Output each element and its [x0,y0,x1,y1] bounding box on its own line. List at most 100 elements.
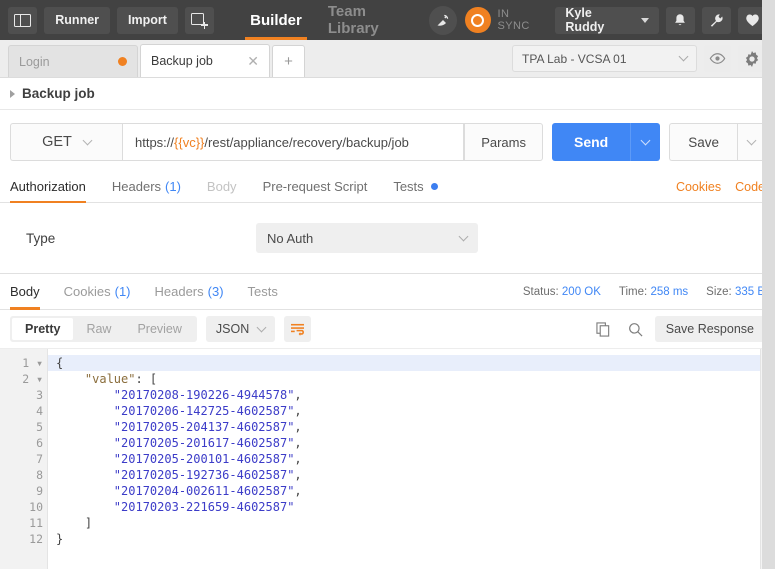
view-mode-pretty[interactable]: Pretty [12,318,73,340]
request-tab-label: Login [19,55,110,69]
new-window-button[interactable] [185,7,214,34]
sync-status[interactable]: IN SYNC [465,7,543,33]
view-mode-raw[interactable]: Raw [73,318,124,340]
breadcrumb[interactable]: Backup job [0,78,775,110]
request-tab-login[interactable]: Login [8,45,138,77]
sidebar-toggle-icon [14,14,31,27]
tab-count: (3) [208,284,224,299]
save-button[interactable]: Save [669,123,737,161]
send-options-button[interactable] [630,123,660,161]
method-value: GET [42,134,72,150]
view-mode-preview[interactable]: Preview [124,318,194,340]
tab-body[interactable]: Body [207,172,237,202]
word-wrap-button[interactable] [284,316,311,342]
close-icon[interactable]: ✕ [247,54,259,68]
response-tab-cookies[interactable]: Cookies (1) [64,274,131,310]
request-tab-backup-job[interactable]: Backup job ✕ [140,44,270,77]
code-line: "20170206-142725-4602587", [48,403,760,419]
code-link[interactable]: Code [735,180,765,194]
line-number: 8 [0,467,47,483]
sidebar-toggle-button[interactable] [8,7,37,34]
tab-authorization[interactable]: Authorization [10,172,86,202]
time-group: Time: 258 ms [619,286,688,298]
environment-area: TPA Lab - VCSA 01 [512,45,765,72]
tab-label: Tests [248,284,278,299]
tab-headers[interactable]: Headers (1) [112,172,181,202]
line-number: 10 [0,499,47,515]
chevron-down-icon [641,18,649,23]
auth-type-label: Type [26,231,256,246]
tab-label: Headers [155,284,204,299]
top-toolbar: Runner Import Builder Team Library IN SY… [0,0,775,40]
response-tab-body[interactable]: Body [10,274,40,310]
url-variable: {{vc}} [174,135,204,150]
response-toolbar: Pretty Raw Preview JSON [0,310,775,348]
time-value: 258 ms [650,286,688,298]
method-select[interactable]: GET [10,123,122,161]
search-icon [628,322,643,337]
cookies-link[interactable]: Cookies [676,180,721,194]
response-body-viewer: 1 ▾2 ▾3456789101112 { "value": [ "201702… [0,348,775,569]
tab-label: Body [10,284,40,299]
save-options-button[interactable] [737,123,765,161]
size-group: Size: 335 B [706,286,765,298]
request-tab-label: Backup job [151,54,239,68]
tab-tests[interactable]: Tests [393,172,437,202]
user-menu-button[interactable]: Kyle Ruddy [555,7,658,34]
line-number: 12 [0,531,47,547]
environment-settings-button[interactable] [738,45,765,72]
user-name-label: Kyle Ruddy [565,6,631,34]
code-line: } [48,531,760,547]
tab-builder[interactable]: Builder [237,0,315,40]
main-tab-group: Builder Team Library [237,0,429,40]
copy-button[interactable] [591,316,617,342]
tab-label: Pre-request Script [263,179,368,194]
response-format-select[interactable]: JSON [206,316,275,342]
size-label: Size: [706,286,732,298]
postman-window: Runner Import Builder Team Library IN SY… [0,0,775,569]
request-tabs-links: Cookies Code [662,172,765,202]
save-response-button[interactable]: Save Response [655,316,765,342]
line-number: 4 [0,403,47,419]
tab-label: Headers [112,179,161,194]
code-line: "20170208-190226-4944578", [48,387,760,403]
size-value: 335 B [735,286,765,298]
code-scroll: 1 ▾2 ▾3456789101112 { "value": [ "201702… [0,349,760,569]
environment-quick-look-button[interactable] [704,45,731,72]
response-section-tabs: Body Cookies (1) Headers (3) Tests Statu… [0,274,775,310]
send-button[interactable]: Send [552,123,630,161]
code-line: "value": [ [48,371,760,387]
authorization-panel: Type No Auth [0,203,775,273]
environment-value: TPA Lab - VCSA 01 [522,52,627,66]
line-number: 2 ▾ [0,371,47,387]
code-content[interactable]: { "value": [ "20170208-190226-4944578", … [48,349,760,569]
satellite-button[interactable] [429,6,457,35]
response-meta: Status: 200 OK Time: 258 ms Size: 335 B [505,286,765,298]
url-prefix: https:// [135,135,174,150]
runner-button[interactable]: Runner [44,7,110,34]
response-tab-headers[interactable]: Headers (3) [155,274,224,310]
new-request-tab-button[interactable]: + [272,45,305,77]
url-input[interactable]: https://{{vc}}/rest/appliance/recovery/b… [122,123,464,161]
chevron-down-icon [257,322,267,332]
tab-pre-request-script[interactable]: Pre-request Script [263,172,368,202]
line-number: 7 [0,451,47,467]
wrench-icon [709,13,724,28]
copy-icon [596,322,611,337]
search-button[interactable] [623,316,649,342]
environment-select[interactable]: TPA Lab - VCSA 01 [512,45,697,72]
satellite-dish-icon [435,12,451,28]
params-button[interactable]: Params [464,123,543,161]
auth-type-select[interactable]: No Auth [256,223,478,253]
new-window-icon [191,13,208,27]
scrollbar-track [762,0,775,569]
code-line: "20170205-192736-4602587", [48,467,760,483]
notifications-button[interactable] [666,7,695,34]
response-tab-tests[interactable]: Tests [248,274,278,310]
settings-wrench-button[interactable] [702,7,731,34]
window-scrollbar[interactable] [762,0,775,569]
tests-indicator-icon [431,183,438,190]
tab-team-library[interactable]: Team Library [315,0,429,40]
import-button[interactable]: Import [117,7,178,34]
code-line: { [48,355,760,371]
